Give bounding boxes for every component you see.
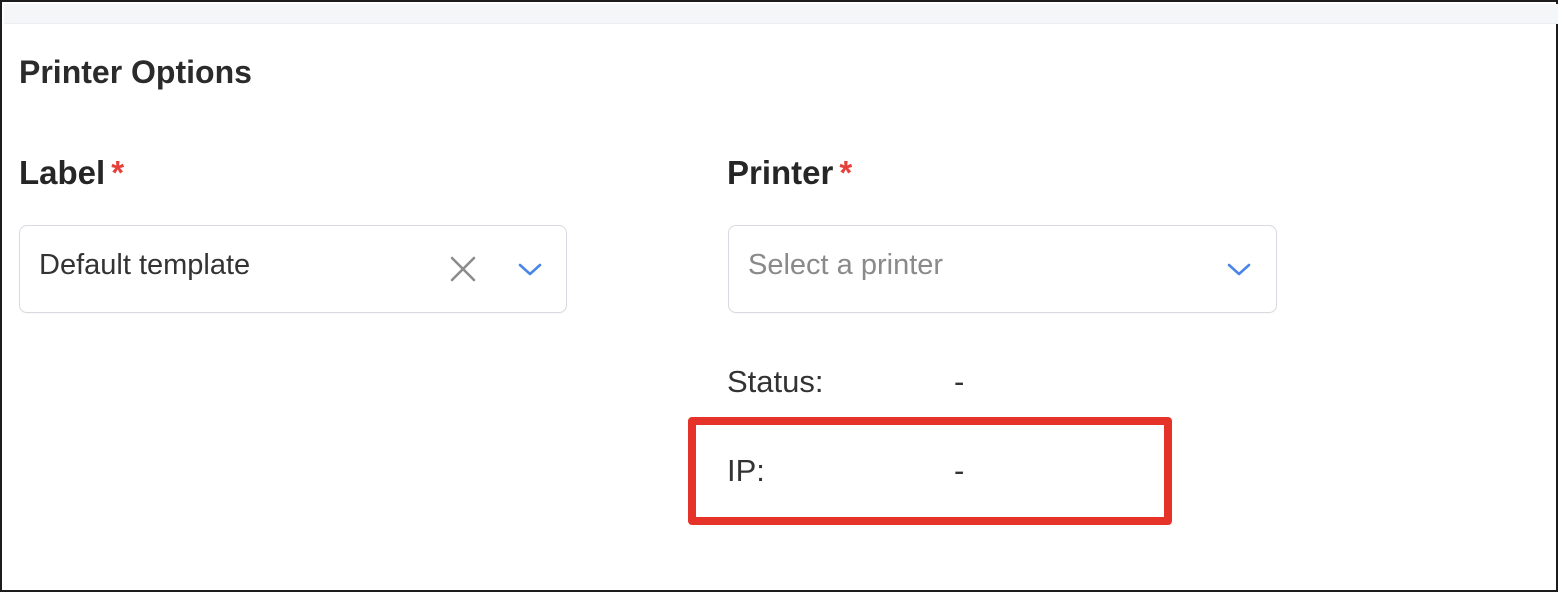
ip-highlight-box: [688, 417, 1172, 525]
printer-required-asterisk: *: [839, 154, 853, 191]
label-field-label: Label *: [19, 154, 124, 192]
printer-select[interactable]: Select a printer: [728, 225, 1277, 313]
status-value: -: [954, 364, 965, 399]
chevron-down-icon[interactable]: [517, 260, 543, 278]
status-label: Status:: [727, 364, 824, 399]
label-select-value: Default template: [39, 249, 251, 281]
section-title: Printer Options: [19, 54, 252, 90]
printer-options-panel: Printer Options Label * Default template …: [0, 0, 1558, 592]
label-select[interactable]: Default template: [19, 225, 567, 313]
label-field-label-text: Label: [19, 154, 106, 191]
label-required-asterisk: *: [111, 154, 125, 191]
printer-select-placeholder: Select a printer: [748, 249, 944, 281]
close-icon[interactable]: [448, 254, 478, 284]
top-divider-strip: [4, 4, 1558, 24]
chevron-down-icon[interactable]: [1226, 260, 1252, 278]
printer-field-label-text: Printer: [727, 154, 834, 191]
printer-field-label: Printer *: [727, 154, 852, 192]
